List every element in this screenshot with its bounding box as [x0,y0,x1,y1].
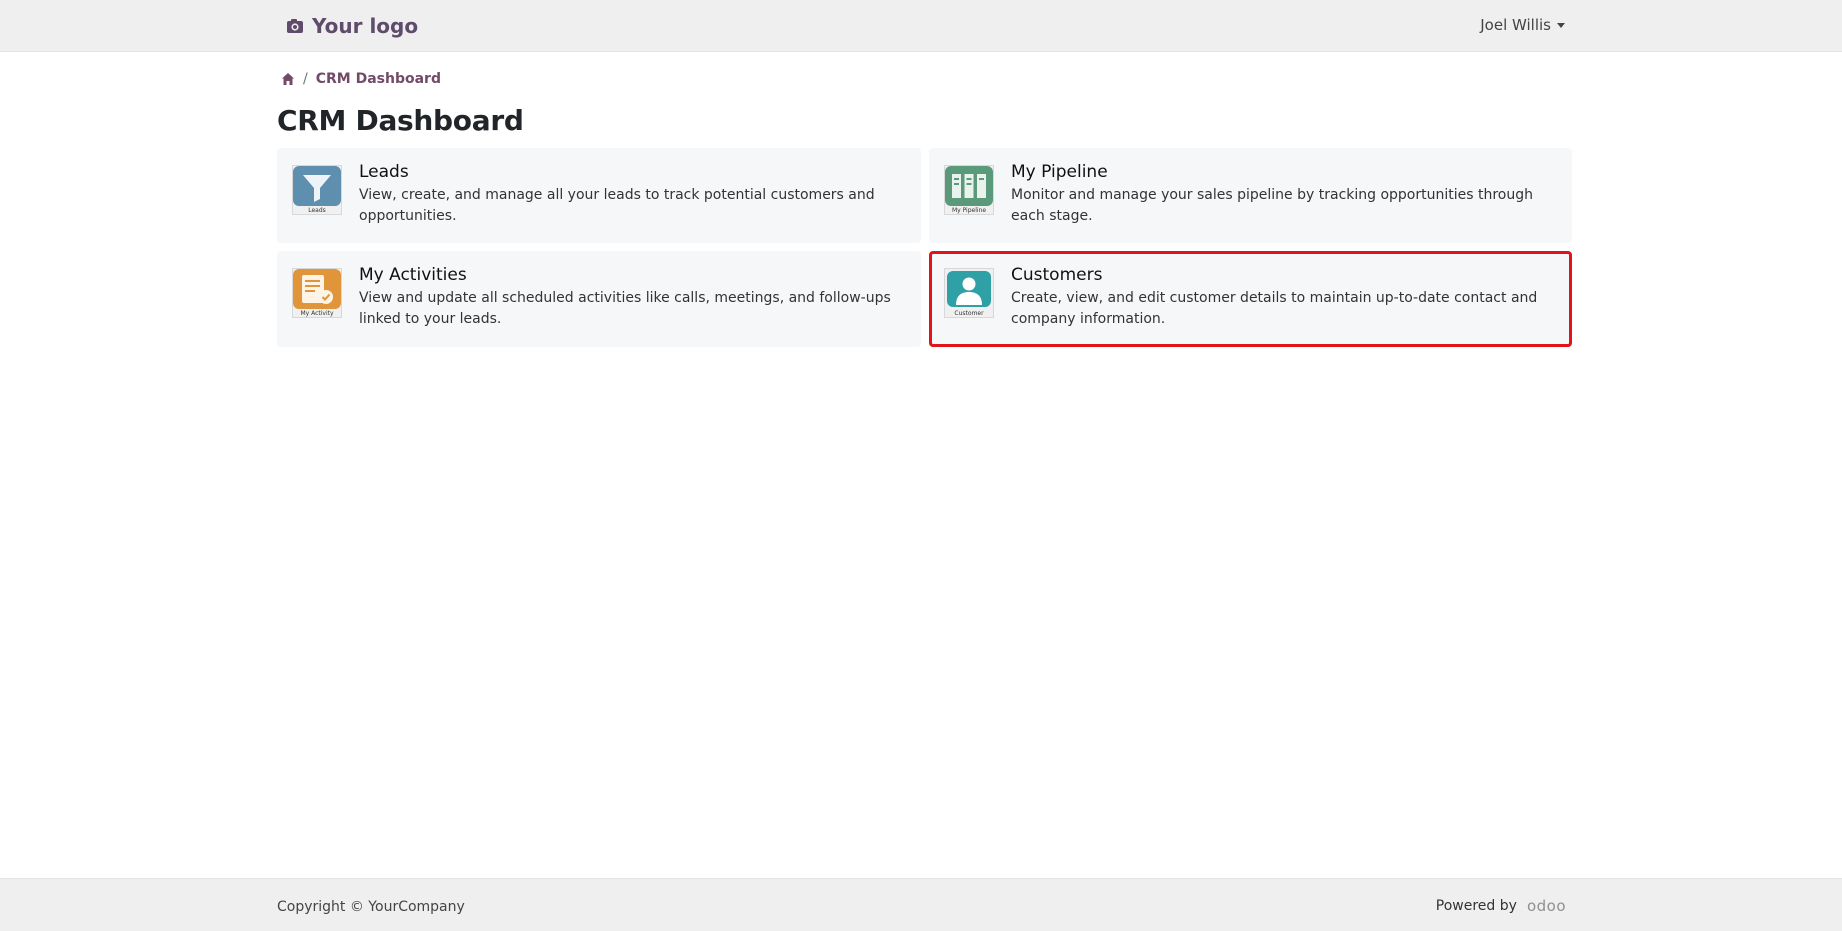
breadcrumb-separator: / [303,71,308,87]
customers-description: Create, view, and edit customer details … [1011,290,1538,327]
my-activities-description: View and update all scheduled activities… [359,290,891,327]
leads-description: View, create, and manage all your leads … [359,187,875,224]
checklist-icon: My Activity [293,269,341,317]
camera-icon [287,19,303,33]
breadcrumb-current: CRM Dashboard [315,71,441,87]
leads-thumb-label: Leads [308,207,326,214]
pipeline-thumb-label: My Pipeline [952,207,986,214]
company-logo[interactable]: Your logo [285,10,418,42]
customers-thumbnail: Customer [944,268,994,318]
powered-by-label: Powered by [1435,898,1517,914]
home-icon[interactable] [281,72,295,86]
leads-thumbnail: Leads [292,165,342,215]
my-pipeline-description: Monitor and manage your sales pipeline b… [1011,187,1533,224]
my-activities-title: My Activities [359,265,467,285]
customers-card[interactable]: Customer Customers Create, view, and edi… [929,251,1572,347]
my-pipeline-card[interactable]: My Pipeline My Pipeline Monitor and mana… [929,148,1572,243]
logo-text: Your logo [312,14,419,38]
breadcrumb: / CRM Dashboard [281,70,441,88]
leads-card[interactable]: Leads Leads View, create, and manage all… [277,148,921,243]
customers-thumb-label: Customer [954,310,984,317]
pipeline-thumbnail: My Pipeline [944,165,994,215]
activities-thumbnail: My Activity [292,268,342,318]
caret-down-icon [1557,22,1565,28]
odoo-logo[interactable]: odoo [1527,897,1566,915]
kanban-icon: My Pipeline [945,166,993,214]
person-icon: Customer [947,271,991,317]
funnel-icon: Leads [293,166,341,214]
powered-by: Powered by odoo [1436,897,1566,915]
activities-thumb-label: My Activity [300,310,334,317]
my-activities-card[interactable]: My Activity My Activities View and updat… [277,251,921,347]
leads-title: Leads [359,162,409,182]
customers-title: Customers [1011,265,1103,285]
top-navbar: Your logo Joel Willis [0,0,1842,52]
copyright-text: Copyright © YourCompany [277,899,465,915]
footer: Copyright © YourCompany Powered by odoo [0,878,1842,931]
my-pipeline-title: My Pipeline [1011,162,1108,182]
user-name: Joel Willis [1480,16,1551,34]
user-menu-dropdown[interactable]: Joel Willis [1480,16,1565,34]
page-title: CRM Dashboard [277,104,524,137]
